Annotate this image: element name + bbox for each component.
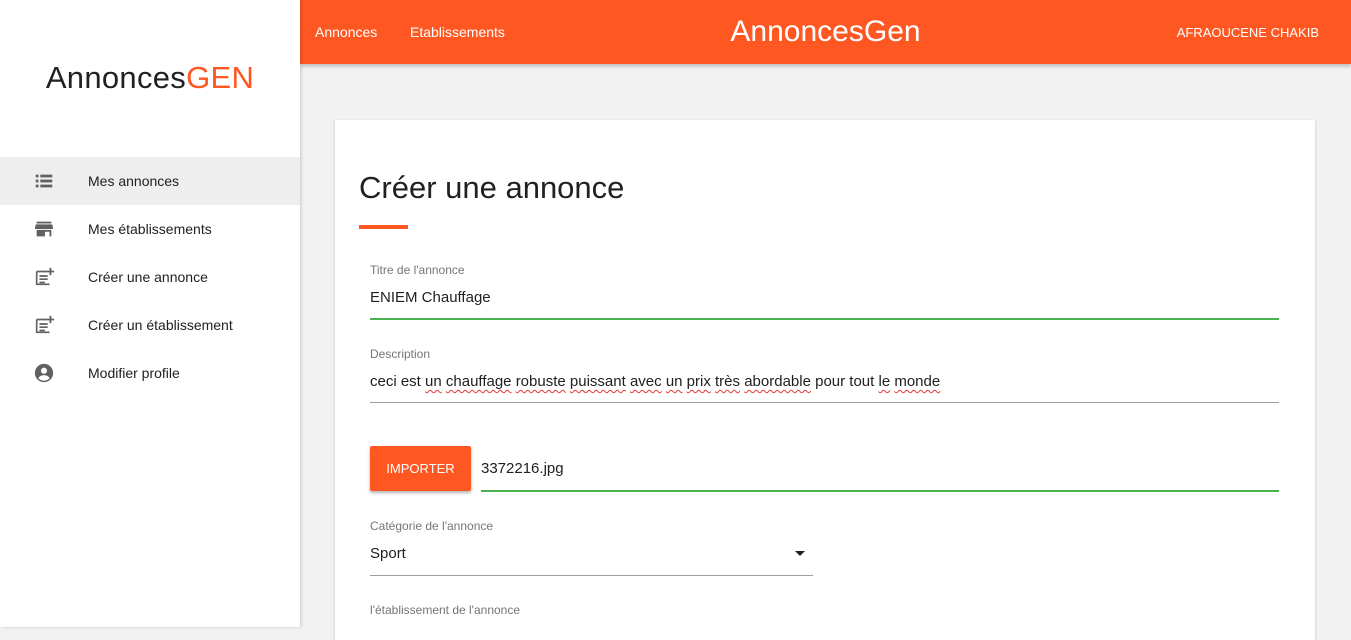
- sidebar-item-creer-annonce[interactable]: Créer une annonce: [0, 253, 300, 301]
- sidebar-item-mes-annonces[interactable]: Mes annonces: [0, 157, 300, 205]
- note-add-icon: [35, 267, 55, 286]
- logo-accent: GEN: [186, 60, 255, 95]
- page-title: Créer une annonce: [359, 170, 625, 205]
- categorie-select[interactable]: Catégorie de l'annonce Sport: [370, 519, 813, 577]
- sidebar-item-creer-etablissement[interactable]: Créer un établissement: [0, 301, 300, 349]
- import-button[interactable]: IMPORTER: [370, 446, 471, 491]
- categorie-value[interactable]: Sport: [370, 545, 406, 562]
- sidebar-item-label: Modifier profile: [88, 365, 180, 381]
- titre-input[interactable]: ENIEM Chauffage: [370, 289, 491, 306]
- store-icon: [34, 221, 54, 237]
- file-name-underline: [481, 490, 1279, 492]
- description-field[interactable]: Description ceci est un chauffage robust…: [370, 347, 1279, 405]
- description-input[interactable]: ceci est un chauffage robuste puissant a…: [370, 373, 940, 390]
- file-name-input[interactable]: 3372216.jpg: [481, 460, 564, 477]
- titre-underline: [370, 318, 1279, 320]
- sidebar-item-label: Mes établissements: [88, 221, 212, 237]
- top-app-bar: Annonces Etablissements AnnoncesGen AFRA…: [300, 0, 1351, 64]
- sidebar-item-mes-etablissements[interactable]: Mes établissements: [0, 205, 300, 253]
- create-annonce-card: Créer une annonce Titre de l'annonce ENI…: [335, 120, 1315, 640]
- sidebar: AnnoncesGEN Mes annonces Mes établisseme…: [0, 0, 300, 627]
- sidebar-logo[interactable]: AnnoncesGEN: [0, 60, 300, 96]
- logo-main: Annonces: [45, 60, 187, 95]
- description-label: Description: [370, 347, 431, 361]
- sidebar-item-label: Créer un établissement: [88, 317, 233, 333]
- categorie-underline: [370, 575, 813, 576]
- dropdown-arrow-icon[interactable]: [795, 551, 805, 556]
- categorie-label: Catégorie de l'annonce: [370, 519, 494, 533]
- sidebar-item-label: Créer une annonce: [88, 269, 208, 285]
- sidebar-item-label: Mes annonces: [88, 173, 180, 189]
- nav-link-etablissements[interactable]: Etablissements: [410, 24, 505, 40]
- title-accent-bar: [359, 225, 408, 229]
- list-icon: [35, 174, 53, 188]
- user-menu[interactable]: AFRAOUCENE CHAKIB: [1177, 25, 1319, 40]
- etablissement-select[interactable]: l'établissement de l'annonce: [370, 603, 813, 623]
- sidebar-nav: Mes annonces Mes établissements Créer un…: [0, 157, 300, 397]
- nav-link-annonces[interactable]: Annonces: [315, 24, 377, 40]
- sidebar-item-modifier-profile[interactable]: Modifier profile: [0, 349, 300, 397]
- titre-field[interactable]: Titre de l'annonce ENIEM Chauffage: [370, 263, 1279, 321]
- account-circle-icon: [34, 363, 54, 383]
- etablissement-label: l'établissement de l'annonce: [370, 603, 521, 617]
- note-add-icon: [35, 315, 55, 334]
- description-underline: [370, 402, 1279, 403]
- titre-label: Titre de l'annonce: [370, 263, 465, 277]
